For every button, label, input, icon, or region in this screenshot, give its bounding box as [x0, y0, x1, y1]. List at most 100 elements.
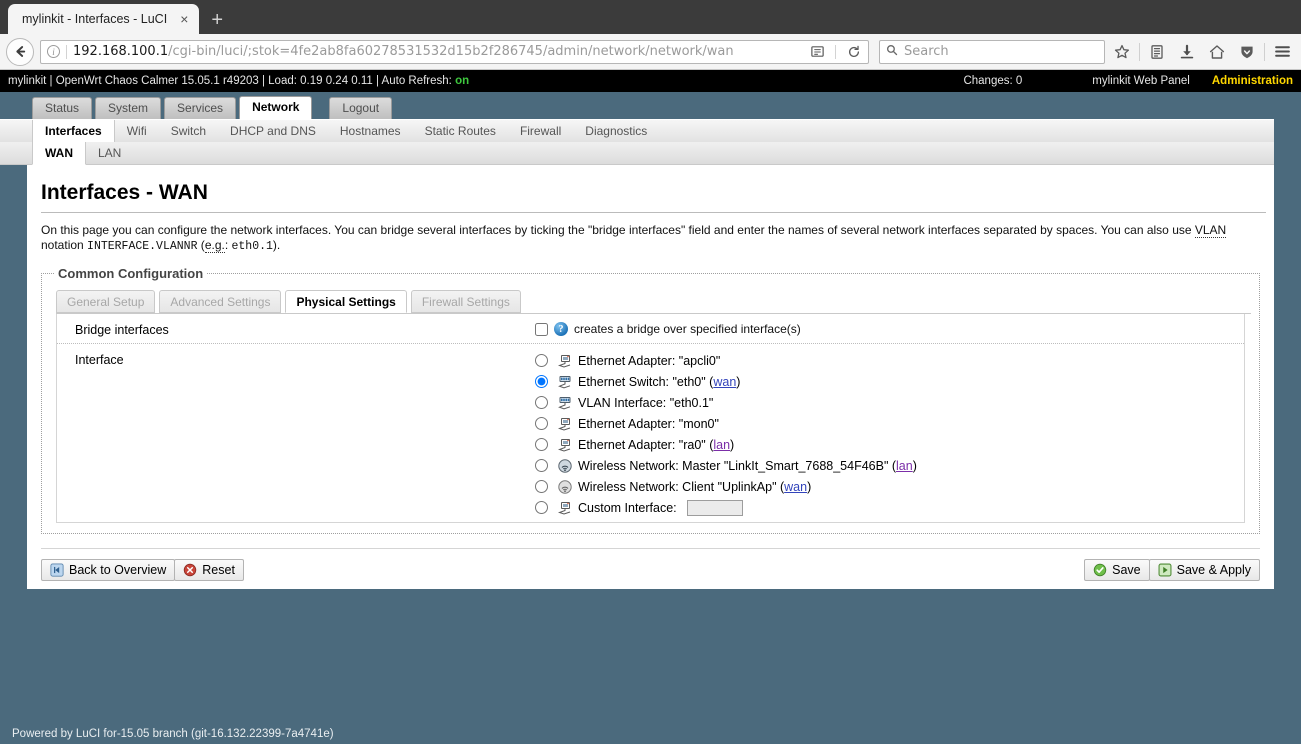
search-placeholder: Search: [904, 44, 949, 59]
ethernet-switch-icon: [558, 375, 571, 388]
system-info-text: mylinkit | OpenWrt Chaos Calmer 15.05.1 …: [8, 75, 452, 87]
close-icon[interactable]: ×: [177, 12, 191, 26]
interface-option-text: Wireless Network: Client "UplinkAp": [578, 479, 777, 494]
url-separator-2: [835, 44, 836, 59]
browser-tab[interactable]: mylinkit - Interfaces - LuCI ×: [8, 4, 200, 34]
interface-radio-mon0[interactable]: [535, 417, 548, 430]
description-mono-2: eth0.1: [231, 240, 273, 253]
url-separator: [66, 44, 67, 59]
info-icon[interactable]: i: [47, 45, 60, 58]
zone-link-wan[interactable]: wan: [713, 375, 736, 389]
ethernet-adapter-icon: [557, 438, 571, 452]
interface-option-wireless-client[interactable]: Wireless Network: Client "UplinkAp" (wan…: [535, 478, 1244, 495]
description-colon: :: [224, 238, 232, 252]
search-bar[interactable]: Search: [879, 39, 1105, 64]
page-root: mylinkit - Interfaces - LuCI × + i 192.1…: [0, 0, 1301, 744]
bridge-interfaces-checkbox[interactable]: [535, 322, 548, 336]
wireless-network-icon: [558, 458, 572, 473]
menu-item-logout[interactable]: Logout: [329, 97, 393, 119]
save-button[interactable]: Save: [1084, 559, 1150, 581]
ethernet-adapter-icon: [557, 354, 571, 368]
interface-option-label: Wireless Network: Client "UplinkAp" (wan…: [578, 479, 812, 494]
back-arrow-icon[interactable]: [6, 37, 34, 66]
submenu-item-static-routes[interactable]: Static Routes: [413, 120, 508, 142]
auto-refresh-state[interactable]: on: [455, 75, 469, 87]
submenu-item-firewall[interactable]: Firewall: [508, 120, 573, 142]
submenu-item-hostnames[interactable]: Hostnames: [328, 120, 413, 142]
administration-label: Administration: [1211, 75, 1293, 87]
config-tab-firewall-settings[interactable]: Firewall Settings: [410, 290, 521, 313]
interface-option-apcli0[interactable]: Ethernet Adapter: "apcli0": [535, 352, 1244, 369]
panel-name: mylinkit Web Panel: [1092, 75, 1190, 87]
interface-radio-list: Ethernet Adapter: "apcli0" Ethernet Swit…: [535, 350, 1244, 516]
bridge-interfaces-label: Bridge interfaces: [75, 323, 169, 337]
menu-item-status[interactable]: Status: [32, 97, 93, 119]
interface-row: Interface Ethernet Adapter: "apcli0" Eth…: [57, 344, 1244, 522]
url-bar[interactable]: i 192.168.100.1/cgi-bin/luci/;stok=4fe2a…: [40, 39, 869, 64]
submenu-item-switch[interactable]: Switch: [159, 120, 218, 142]
interface-option-custom[interactable]: Custom Interface:: [535, 499, 1244, 516]
bridge-interfaces-value: ? creates a bridge over specified interf…: [535, 320, 1244, 337]
interface-option-wireless-master[interactable]: Wireless Network: Master "LinkIt_Smart_7…: [535, 457, 1244, 474]
common-configuration-fieldset: Common Configuration General Setup Advan…: [41, 266, 1260, 534]
download-arrow-icon[interactable]: [1174, 39, 1200, 65]
luci-body: Status System Services Network Logout In…: [0, 92, 1301, 589]
save-apply-button[interactable]: Save & Apply: [1148, 559, 1260, 581]
toolbar-divider: [1139, 42, 1140, 61]
save-apply-label: Save & Apply: [1176, 563, 1251, 577]
interface-option-eth0-1[interactable]: VLAN Interface: "eth0.1": [535, 394, 1244, 411]
interface-radio-eth0-1[interactable]: [535, 396, 548, 409]
system-info: mylinkit | OpenWrt Chaos Calmer 15.05.1 …: [8, 75, 963, 87]
common-configuration-legend: Common Configuration: [58, 266, 204, 281]
zone-link-wan[interactable]: wan: [784, 480, 807, 494]
submenu-item-wifi[interactable]: Wifi: [115, 120, 159, 142]
home-icon[interactable]: [1204, 39, 1230, 65]
interface-option-eth0[interactable]: Ethernet Switch: "eth0" (wan): [535, 373, 1244, 390]
hamburger-menu-icon[interactable]: [1269, 39, 1295, 65]
interface-radio-apcli0[interactable]: [535, 354, 548, 367]
reload-icon[interactable]: [844, 42, 864, 62]
new-tab-icon[interactable]: +: [211, 10, 223, 30]
description-end: ).: [272, 238, 281, 252]
star-icon[interactable]: [1109, 39, 1135, 65]
menu-item-network[interactable]: Network: [239, 96, 313, 119]
back-to-overview-button[interactable]: Back to Overview: [41, 559, 176, 581]
interface-option-label: VLAN Interface: "eth0.1": [578, 395, 714, 410]
interface-radio-eth0[interactable]: [535, 375, 548, 388]
shield-icon[interactable]: [1234, 39, 1260, 65]
custom-interface-input[interactable]: [686, 499, 743, 516]
zone-link-lan[interactable]: lan: [896, 459, 913, 473]
form-actions: Back to Overview Reset Save Save & Apply: [41, 548, 1260, 581]
config-tab-physical-settings[interactable]: Physical Settings: [285, 290, 407, 313]
browser-tab-title: mylinkit - Interfaces - LuCI: [22, 12, 168, 26]
interface-radio-wireless-client[interactable]: [535, 480, 548, 493]
library-icon[interactable]: [1144, 39, 1170, 65]
reset-button[interactable]: Reset: [174, 559, 244, 581]
interface-option-text: Ethernet Switch: "eth0": [578, 374, 706, 389]
reset-label: Reset: [202, 563, 235, 577]
sub-menu: Interfaces Wifi Switch DHCP and DNS Host…: [0, 119, 1274, 142]
menu-item-services[interactable]: Services: [164, 97, 237, 119]
interface-tab-wan[interactable]: WAN: [32, 142, 86, 165]
ethernet-adapter-icon: [557, 417, 571, 431]
interface-option-ra0[interactable]: Ethernet Adapter: "ra0" (lan): [535, 436, 1244, 453]
interface-radio-custom[interactable]: [535, 501, 548, 514]
submenu-item-interfaces[interactable]: Interfaces: [32, 120, 115, 142]
url-text: 192.168.100.1/cgi-bin/luci/;stok=4fe2ab8…: [73, 44, 807, 59]
save-label: Save: [1112, 563, 1141, 577]
description-mono-1: INTERFACE.VLANNR: [87, 240, 198, 253]
submenu-item-dhcp-and-dns[interactable]: DHCP and DNS: [218, 120, 328, 142]
reader-view-icon[interactable]: [807, 42, 827, 62]
vlan-abbr: VLAN: [1194, 223, 1227, 238]
config-tab-general-setup[interactable]: General Setup: [56, 290, 156, 313]
interface-tab-lan[interactable]: LAN: [86, 142, 133, 164]
zone-link-lan[interactable]: lan: [713, 438, 730, 452]
config-tab-advanced-settings[interactable]: Advanced Settings: [159, 290, 282, 313]
description-part2: notation: [41, 238, 88, 252]
interface-option-mon0[interactable]: Ethernet Adapter: "mon0": [535, 415, 1244, 432]
interface-radio-wireless-master[interactable]: [535, 459, 548, 472]
submenu-item-diagnostics[interactable]: Diagnostics: [573, 120, 659, 142]
changes-count[interactable]: Changes: 0: [963, 75, 1022, 87]
menu-item-system[interactable]: System: [95, 97, 162, 119]
interface-radio-ra0[interactable]: [535, 438, 548, 451]
